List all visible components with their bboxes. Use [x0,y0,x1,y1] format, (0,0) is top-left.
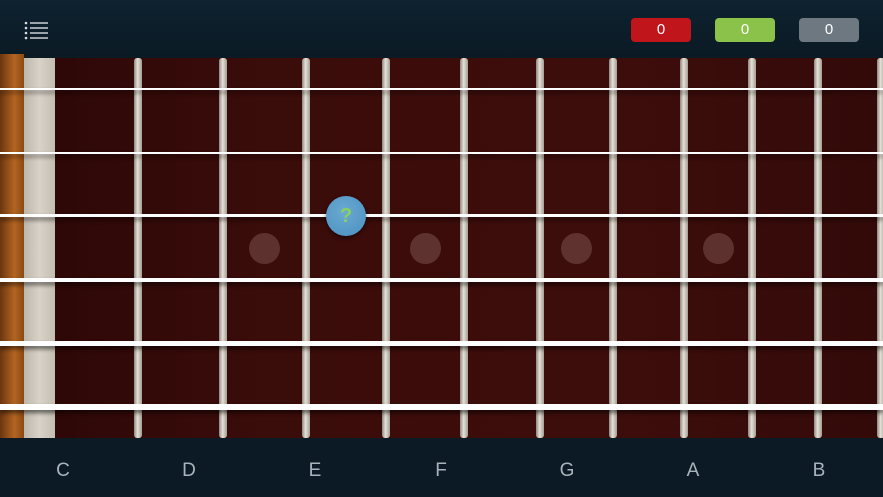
list-menu-icon [24,21,48,40]
fret-7 [609,58,617,438]
note-button-e[interactable]: E [295,460,335,482]
right-score-badge: 0 [715,18,775,42]
fret-5 [460,58,468,438]
wrong-score-badge: 0 [631,18,691,42]
fret-inlay-dot [410,233,441,264]
fret-6 [536,58,544,438]
fret-9 [748,58,756,438]
string-6 [0,404,883,410]
string-5 [0,341,883,346]
fret-10 [814,58,822,438]
fret-inlay-dot [561,233,592,264]
string-3 [0,214,883,217]
string-4 [0,278,883,282]
string-2 [0,152,883,154]
string-1 [0,88,883,90]
question-marker[interactable]: ? [326,196,366,236]
fret-1 [134,58,142,438]
note-button-a[interactable]: A [673,460,713,482]
menu-button[interactable] [24,20,50,40]
note-button-g[interactable]: G [547,460,587,482]
fret-2 [219,58,227,438]
fret-4 [382,58,390,438]
fret-inlay-dot [703,233,734,264]
note-button-c[interactable]: C [43,460,83,482]
note-button-d[interactable]: D [169,460,209,482]
note-button-f[interactable]: F [421,460,461,482]
fret-8 [680,58,688,438]
fret-11 [877,58,883,438]
fret-3 [302,58,310,438]
fret-inlay-dot [249,233,280,264]
note-button-b[interactable]: B [799,460,839,482]
nut [24,58,55,438]
headstock [0,54,24,442]
skipped-score-badge: 0 [799,18,859,42]
top-bar: 0 0 0 [0,0,883,58]
